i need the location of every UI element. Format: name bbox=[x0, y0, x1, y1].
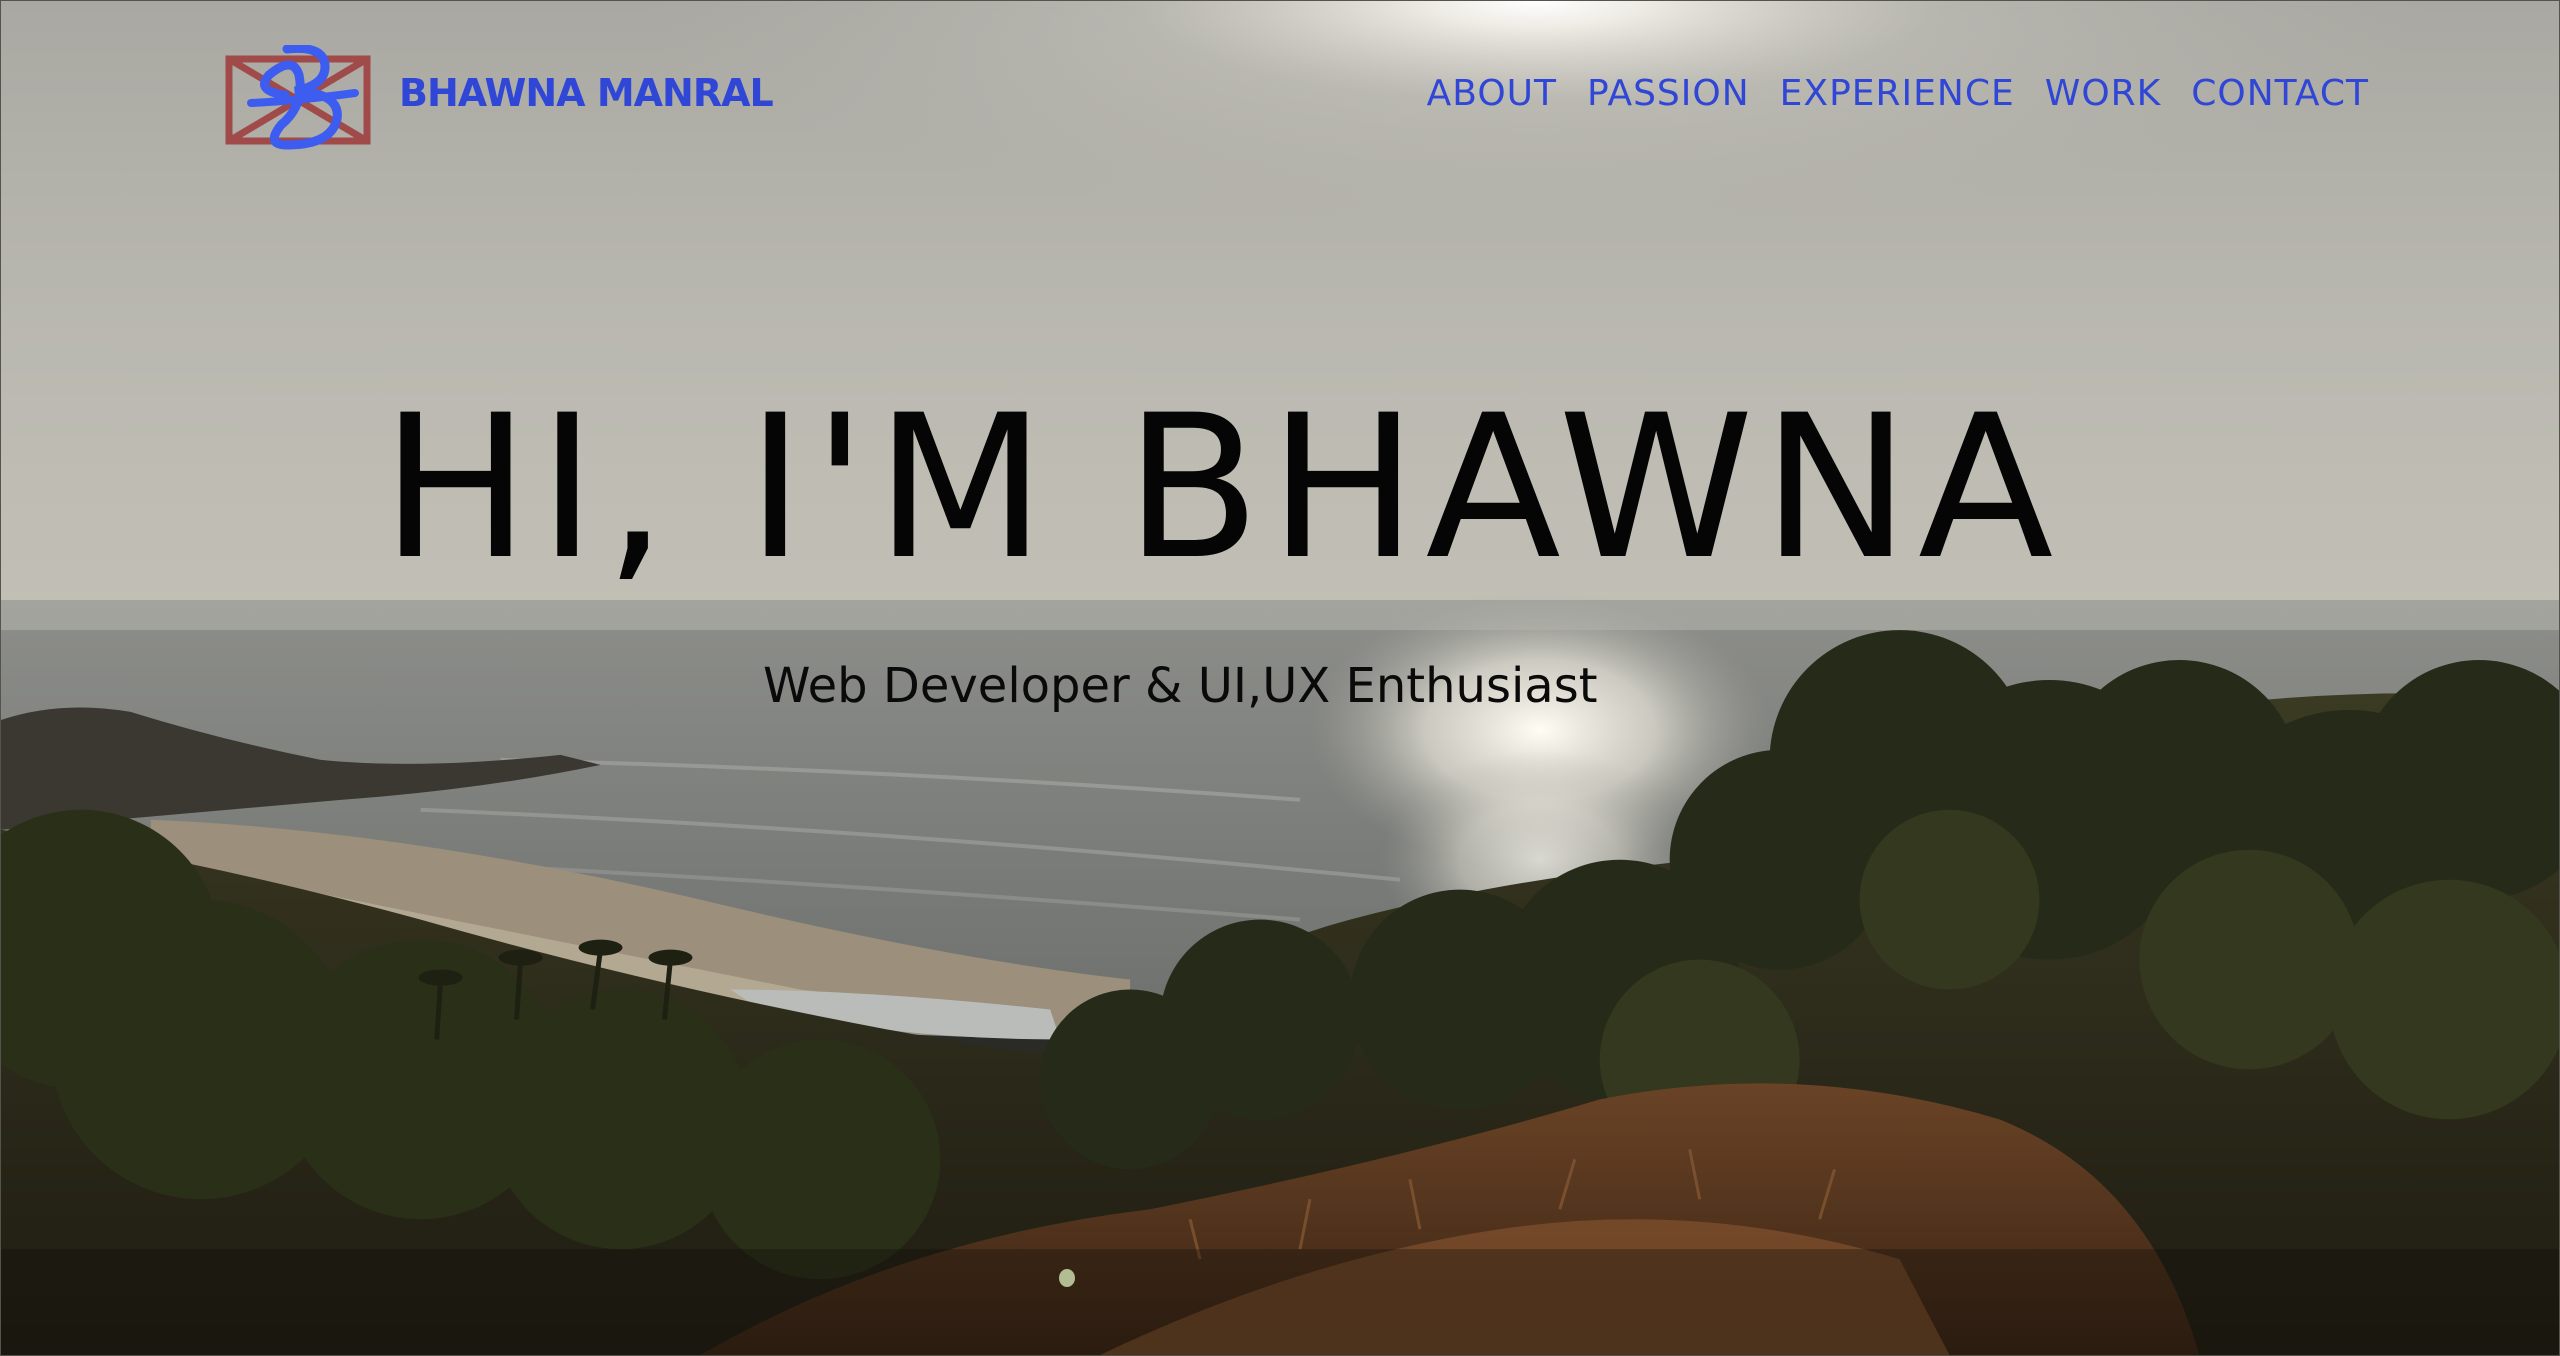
nav-item-about: ABOUT bbox=[1427, 73, 1557, 114]
nav-link-work[interactable]: WORK bbox=[2045, 73, 2162, 114]
nav-item-work: WORK bbox=[2045, 73, 2162, 114]
hero-subtitle: Web Developer & UI,UX Enthusiast bbox=[763, 658, 1598, 714]
nav-item-experience: EXPERIENCE bbox=[1780, 73, 2015, 114]
nav-item-passion: PASSION bbox=[1587, 73, 1750, 114]
hero-title: HI, I'M BHAWNA bbox=[381, 372, 2062, 603]
brand-name[interactable]: BHAWNA MANRAL bbox=[399, 71, 774, 115]
scroll-indicator-dot[interactable] bbox=[1059, 1269, 1075, 1287]
nav-link-passion[interactable]: PASSION bbox=[1587, 73, 1750, 114]
nav-list: ABOUT PASSION EXPERIENCE WORK CONTACT bbox=[1427, 73, 2369, 114]
nav-link-about[interactable]: ABOUT bbox=[1427, 73, 1557, 114]
nav-link-experience[interactable]: EXPERIENCE bbox=[1780, 73, 2015, 114]
brand-logo-icon[interactable] bbox=[225, 45, 375, 151]
nav-item-contact: CONTACT bbox=[2191, 73, 2369, 114]
site-header: BHAWNA MANRAL ABOUT PASSION EXPERIENCE W… bbox=[1, 1, 2559, 201]
page: BHAWNA MANRAL ABOUT PASSION EXPERIENCE W… bbox=[0, 0, 2560, 1356]
nav-link-contact[interactable]: CONTACT bbox=[2191, 73, 2369, 114]
